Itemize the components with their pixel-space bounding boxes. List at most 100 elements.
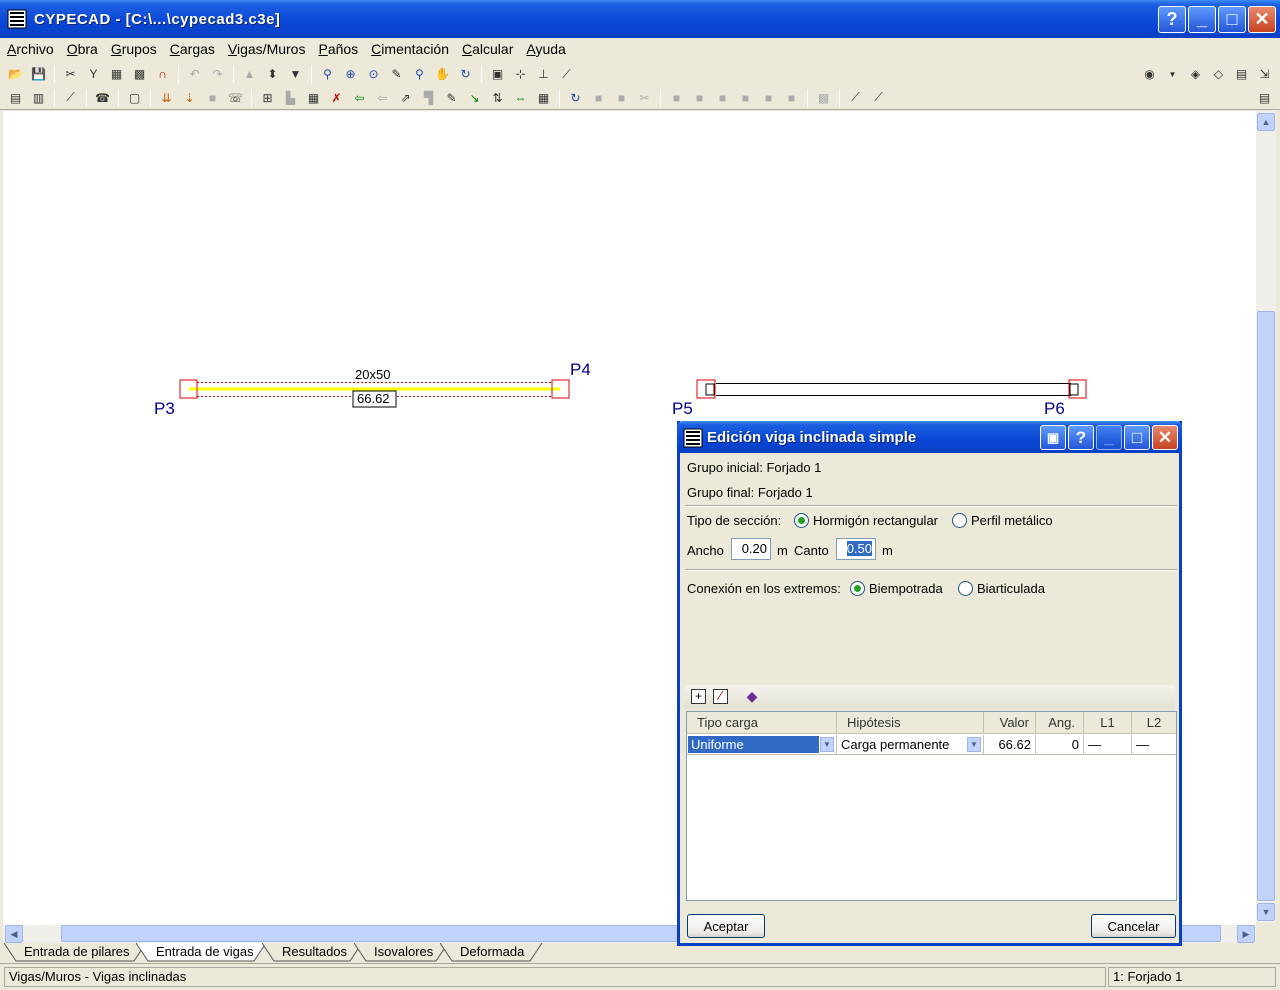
hormigon-rectangular-label[interactable]: Hormigón rectangular (813, 513, 938, 528)
dialog-book-button[interactable]: ▣ (1040, 425, 1066, 450)
delete-row-icon[interactable]: ⁄ (713, 689, 728, 704)
menu-ayuda[interactable]: Ayuda (521, 41, 573, 57)
beam-list-icon[interactable]: ▤ (6, 88, 26, 108)
zoom-all-icon[interactable]: ⊕ (341, 64, 361, 84)
disabled-icon[interactable]: ■ (759, 88, 779, 108)
pan-hand-icon[interactable]: ✋ (433, 64, 453, 84)
delete-beam-icon[interactable]: ✗ (327, 88, 347, 108)
disabled-icon[interactable]: ■ (203, 88, 223, 108)
level-select-icon[interactable]: ⬍ (263, 64, 283, 84)
level-up-icon[interactable]: ▲ (240, 64, 260, 84)
biempotrada-label[interactable]: Biempotrada (869, 581, 943, 596)
redraw-icon[interactable]: ↻ (456, 64, 476, 84)
header-hipotesis[interactable]: Hipótesis (837, 712, 984, 734)
copy-beam-icon[interactable]: ⇦ (373, 88, 393, 108)
cancel-button[interactable]: Cancelar (1091, 914, 1176, 938)
zoom-out-icon[interactable]: ⚲ (410, 64, 430, 84)
tab-entrada-pilares[interactable]: Entrada de pilares (4, 943, 144, 962)
cell-l1[interactable]: — (1084, 735, 1132, 755)
disabled-icon[interactable]: ✂ (635, 88, 655, 108)
magnet-icon[interactable]: ∩ (153, 64, 173, 84)
cell-hipotesis[interactable]: Carga permanente ▼ (837, 735, 984, 755)
connect-icon[interactable]: ↘ (465, 88, 485, 108)
dialog-help-button[interactable]: ? (1068, 425, 1094, 450)
save-icon[interactable]: 💾 (29, 64, 49, 84)
hatch-icon[interactable]: ▩ (130, 64, 150, 84)
scroll-down-button[interactable]: ▼ (1257, 903, 1275, 921)
radio-biempotrada[interactable] (850, 581, 865, 596)
cell-ang[interactable]: 0 (1036, 735, 1084, 755)
disabled-icon[interactable]: ■ (612, 88, 632, 108)
telephone-icon[interactable]: ☎ (93, 88, 113, 108)
beam-p5-p6[interactable] (696, 379, 1087, 399)
header-ang[interactable]: Ang. (1036, 712, 1084, 734)
canto-input[interactable]: 0.50 (836, 538, 876, 560)
export-icon[interactable]: ⇲ (1255, 64, 1275, 84)
grid-icon[interactable]: ▦ (107, 64, 127, 84)
menu-obra[interactable]: Obra (62, 41, 106, 57)
beam-props-icon[interactable]: ▦ (304, 88, 324, 108)
zoom-window-icon[interactable]: ⚲ (318, 64, 338, 84)
close-button[interactable]: ✕ (1248, 6, 1276, 33)
tab-isovalores[interactable]: Isovalores (354, 943, 449, 962)
help-button[interactable]: ? (1158, 6, 1186, 33)
header-tipo-carga[interactable]: Tipo carga (687, 712, 837, 734)
menu-panos[interactable]: Paños (313, 41, 366, 57)
vertical-scroll-thumb[interactable] (1257, 311, 1275, 901)
perfil-metalico-label[interactable]: Perfil metálico (971, 513, 1053, 528)
scroll-left-button[interactable]: ◀ (5, 925, 23, 943)
slope-icon[interactable]: ⟋ (846, 88, 866, 108)
dropdown-arrow-icon[interactable]: ▼ (967, 737, 981, 752)
refresh-icon[interactable]: ↻ (566, 88, 586, 108)
dialog-maximize-button[interactable]: □ (1124, 425, 1150, 450)
align-icon[interactable]: ⇅ (488, 88, 508, 108)
disabled-icon[interactable]: ■ (713, 88, 733, 108)
redo-icon[interactable]: ↷ (208, 64, 228, 84)
move-beam-icon[interactable]: ⇦ (350, 88, 370, 108)
cell-tipo-carga[interactable]: Uniforme ▼ (687, 735, 837, 755)
dialog-title-bar[interactable]: Edición viga inclinada simple ▣ ? _ □ ✕ (677, 421, 1182, 453)
maximize-button[interactable]: □ (1218, 6, 1246, 33)
accept-button[interactable]: Aceptar (687, 914, 765, 938)
radio-biarticulada[interactable] (958, 581, 973, 596)
radio-perfil-metalico[interactable] (952, 513, 967, 528)
tab-deformada[interactable]: Deformada (440, 943, 544, 962)
cell-valor[interactable]: 66.62 (984, 735, 1036, 755)
level-down-icon[interactable]: ▼ (286, 64, 306, 84)
slope-edit-icon[interactable]: ⟋ (869, 88, 889, 108)
stairs-icon[interactable]: ⟋ (61, 88, 81, 108)
radio-hormigon-rectangular[interactable] (794, 513, 809, 528)
measure-icon[interactable]: ⟋ (557, 64, 577, 84)
hatch-disabled-icon[interactable]: ▩ (814, 88, 834, 108)
menu-calcular[interactable]: Calcular (457, 41, 521, 57)
dropdown-arrow-icon[interactable]: ▼ (1163, 64, 1183, 84)
open-icon[interactable]: 📂 (6, 64, 26, 84)
tree-icon[interactable]: Y (84, 64, 104, 84)
edit-pen-icon[interactable]: ✎ (442, 88, 462, 108)
disabled-icon[interactable]: ■ (782, 88, 802, 108)
cut-icon[interactable]: ✂ (61, 64, 81, 84)
add-row-icon[interactable]: + (691, 689, 706, 704)
disabled-icon[interactable]: ■ (736, 88, 756, 108)
disabled-icon[interactable]: ■ (589, 88, 609, 108)
phone-load-icon[interactable]: ☏ (226, 88, 246, 108)
beam-loads-icon[interactable]: ⇣ (180, 88, 200, 108)
menu-archivo[interactable]: Archivo (2, 41, 62, 57)
tab-resultados[interactable]: Resultados (262, 943, 363, 962)
tab-entrada-vigas[interactable]: Entrada de vigas (136, 943, 267, 962)
view-3d-icon[interactable]: ◉ (1140, 64, 1160, 84)
settings-icon[interactable]: ▤ (1255, 88, 1275, 108)
layers-icon[interactable]: ◈ (1186, 64, 1206, 84)
scroll-right-button[interactable]: ▶ (1237, 925, 1255, 943)
menu-grupos[interactable]: Grupos (106, 41, 165, 57)
header-l2[interactable]: L2 (1132, 712, 1176, 734)
pen-icon[interactable]: ✎ (387, 64, 407, 84)
disabled-icon[interactable]: ■ (690, 88, 710, 108)
vertical-scrollbar[interactable]: ▲ ▼ (1256, 111, 1276, 923)
floors-icon[interactable]: ▤ (1232, 64, 1252, 84)
app-icon[interactable] (6, 8, 28, 30)
library-book-icon[interactable]: ◆ (743, 688, 761, 705)
assign-icon[interactable]: ⇗ (396, 88, 416, 108)
cell-l2[interactable]: — (1132, 735, 1176, 755)
loads-icon[interactable]: ⇊ (157, 88, 177, 108)
